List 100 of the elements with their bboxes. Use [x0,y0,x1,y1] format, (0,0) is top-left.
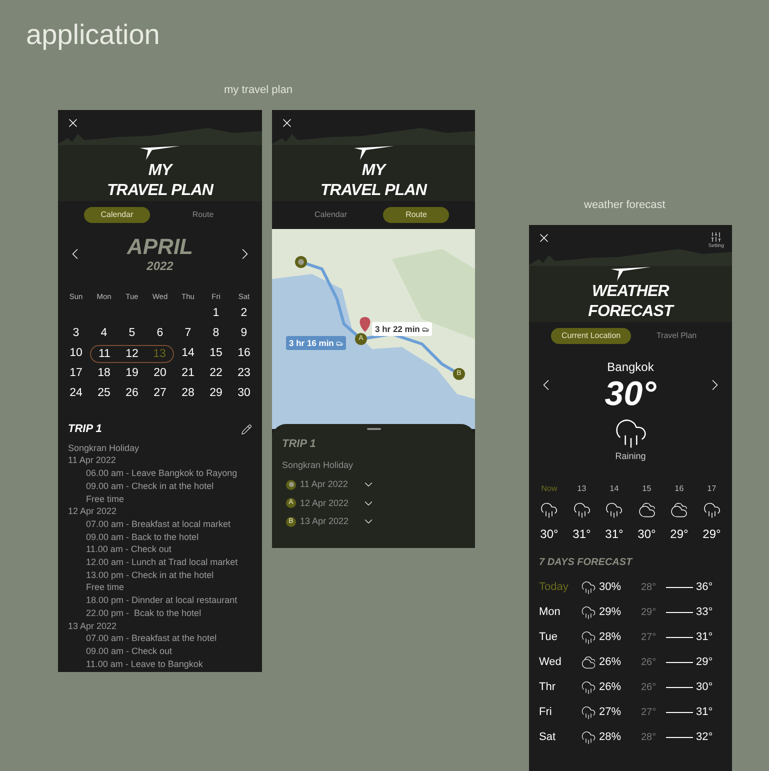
calendar-day[interactable]: 6 [146,325,174,344]
hour-temperature: 29° [702,526,722,543]
high-temperature: 33° [696,605,713,620]
settings-icon[interactable] [710,231,722,243]
rain-chance: 29% [599,605,622,620]
low-temperature: 29° [641,606,658,620]
day-label: Wed [539,655,562,670]
month-label: APRIL [127,235,193,259]
calendar-day[interactable]: 5 [118,325,146,344]
hour-label: 15 [641,483,652,495]
calendar-day[interactable]: 12 [118,345,146,364]
trip-date: 11 Apr 2022 [68,454,117,468]
low-temperature: 28° [641,731,658,745]
hour-temperature: 30° [539,526,560,543]
screen-title: WEATHER [592,282,669,302]
calendar-day[interactable]: 21 [174,365,202,384]
rain-cloud-icon [581,580,596,595]
itinerary-item: 06.00 am - Leave Bangkok to Rayong [85,467,238,480]
stop-date: 11 Apr 2022 [300,478,349,491]
hour-label: 13 [576,483,588,495]
high-temperature: 36° [696,580,713,596]
calendar-day[interactable]: 15 [202,345,230,364]
screen-title: TRAVEL PLAN [106,181,214,201]
calendar-day[interactable]: 9 [230,325,258,344]
calendar-day[interactable]: 7 [174,325,202,344]
tab[interactable]: Calendar [298,207,364,223]
low-temperature: 27° [641,631,658,645]
calendar-day[interactable]: 2 [230,305,258,324]
car-icon [422,326,429,332]
itinerary-item: 12.00 am - Lunch at Trad local market [85,556,239,569]
rain-cloud-icon [581,730,596,745]
stop-date: 12 Apr 2022 [300,496,350,510]
itinerary-item: Free time [85,492,126,506]
high-temperature: 31° [696,630,713,646]
high-temperature: 29° [696,655,713,670]
calendar-day[interactable]: 11 [90,345,118,364]
itinerary-item: 07.00 am - Breakfast at local market [85,518,232,531]
day-label: Fri [539,705,553,720]
rain-cloud-icon [581,630,596,645]
calendar-day[interactable]: 26 [118,385,146,404]
rain-cloud-icon [572,501,591,519]
rain-cloud-icon [581,605,596,620]
tab[interactable]: Route [383,207,450,223]
calendar-day[interactable]: 30 [230,385,258,404]
close-icon[interactable] [66,116,80,130]
low-temperature: 27° [641,706,658,720]
tab[interactable]: Travel Plan [644,328,710,344]
rain-cloud-icon [702,501,721,519]
hour-temperature: 31° [604,526,624,543]
high-temperature: 31° [696,705,713,720]
calendar-day[interactable]: 8 [202,325,230,344]
trip-title: TRIP 1 [68,422,102,438]
calendar-day[interactable]: 22 [202,365,230,384]
day-label: Thr [539,680,556,696]
tab[interactable]: Calendar [84,207,150,223]
trip-name: Songkran Holiday [68,442,140,454]
day-label: Sat [539,730,557,746]
calendar-day[interactable]: 1 [202,305,230,324]
trip-date: 13 Apr 2022 [68,620,118,632]
close-icon[interactable] [280,116,294,130]
calendar-day[interactable]: 18 [90,365,118,384]
hour-label: 16 [674,483,685,495]
rain-cloud-icon [605,501,624,519]
calendar-day[interactable]: 24 [62,385,90,404]
sheet-handle-icon[interactable] [366,428,380,430]
calendar-day[interactable]: 28 [174,385,202,404]
day-label: Today [539,580,570,596]
calendar-day[interactable]: 20 [146,365,174,384]
calendar-day[interactable]: 27 [146,385,174,404]
trip-name: Songkran Holiday [282,458,354,472]
frame-group-label: weather forecast [584,198,666,213]
screen-title: FORECAST [588,302,673,322]
close-icon[interactable] [537,231,551,245]
calendar-day[interactable]: 19 [118,365,146,384]
clouds-icon [670,501,688,519]
rain-cloud-icon [581,705,596,720]
tab[interactable]: Current Location [551,328,631,344]
calendar-day[interactable]: 25 [90,385,118,404]
day-label: Mon [539,605,562,620]
tab[interactable]: Route [170,207,236,223]
calendar-day[interactable]: 4 [90,325,118,344]
itinerary-item: 09.00 am - Check in at the hotel [85,480,215,493]
rain-chance: 28% [599,730,622,746]
high-temperature: 32° [696,730,713,746]
hour-label: 14 [608,483,620,495]
car-icon [336,340,343,346]
itinerary-item: 09.00 am - Back to the hotel [85,530,200,544]
calendar-day[interactable]: 14 [174,345,202,364]
condition-label: Raining [615,450,646,463]
canvas-title: application [26,18,160,52]
calendar-day[interactable]: 3 [62,325,90,344]
itinerary-item: 22.00 pm - Bcak to the hotel [85,606,202,620]
high-temperature: 30° [696,680,713,696]
calendar-day[interactable]: 17 [62,365,90,384]
calendar-day[interactable]: 10 [62,345,90,364]
calendar-day[interactable]: 16 [230,345,258,364]
edit-icon[interactable] [241,424,252,435]
route-time-callout[interactable]: 3 hr 22 min [372,322,432,336]
calendar-day[interactable]: 23 [230,365,258,384]
calendar-day[interactable]: 29 [202,385,230,404]
